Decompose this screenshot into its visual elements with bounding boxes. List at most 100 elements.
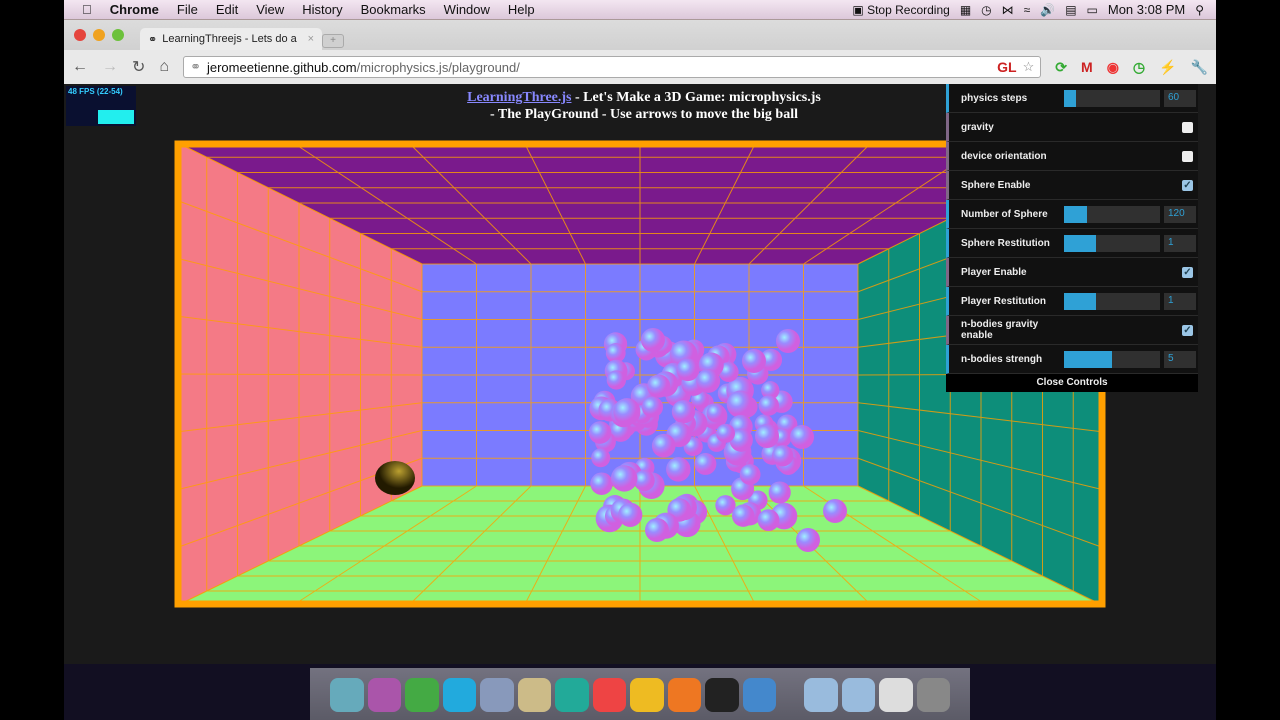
slider-fill bbox=[1064, 205, 1088, 223]
sphere bbox=[772, 445, 794, 467]
page-title: LearningThree.js - Let's Make a 3D Game:… bbox=[364, 89, 924, 123]
fps-graph bbox=[98, 110, 134, 124]
timer-extension-icon[interactable]: ◷ bbox=[1133, 59, 1145, 76]
control-row: Sphere Restitution 1 bbox=[946, 229, 1198, 258]
control-checkbox[interactable] bbox=[1182, 150, 1193, 162]
menu-bookmarks[interactable]: Bookmarks bbox=[361, 2, 426, 17]
back-icon[interactable]: ← bbox=[72, 58, 88, 76]
control-label: n-bodies gravity enable bbox=[961, 319, 1039, 341]
gl-extension-label[interactable]: GL bbox=[997, 59, 1016, 75]
sphere bbox=[641, 396, 664, 418]
input-menu-icon[interactable]: ▤ bbox=[1065, 3, 1076, 17]
minimize-window-button[interactable] bbox=[93, 29, 105, 41]
adblock-icon[interactable]: ◉ bbox=[1107, 59, 1119, 76]
control-slider[interactable] bbox=[1064, 350, 1160, 368]
fps-stats[interactable]: 48 FPS (22-54) bbox=[66, 86, 136, 126]
new-tab-button[interactable]: + bbox=[322, 34, 344, 48]
tor-icon[interactable] bbox=[367, 678, 401, 712]
zoom-window-button[interactable] bbox=[112, 29, 124, 41]
close-window-button[interactable] bbox=[74, 29, 86, 41]
spaces-icon[interactable]: ▦ bbox=[960, 3, 971, 17]
title-text: - Let's Make a 3D Game: microphysics.js bbox=[571, 90, 821, 105]
chrome-canary-icon[interactable] bbox=[630, 678, 664, 712]
slider-fill bbox=[1064, 89, 1076, 107]
forward-icon[interactable]: → bbox=[102, 58, 118, 76]
bluetooth-icon[interactable]: ⋈ bbox=[1002, 3, 1014, 17]
quicktime-icon[interactable] bbox=[742, 678, 776, 712]
control-label: n-bodies strengh bbox=[961, 353, 1043, 365]
tab-close-icon[interactable]: × bbox=[308, 33, 314, 45]
safari-icon[interactable] bbox=[517, 678, 551, 712]
browser-tab[interactable]: ⚭ LearningThreejs - Lets do a × bbox=[140, 28, 322, 50]
documents-folder-icon[interactable] bbox=[841, 678, 875, 712]
sphere bbox=[757, 509, 780, 532]
control-checkbox[interactable]: ✓ bbox=[1182, 179, 1193, 191]
control-label: Number of Sphere bbox=[961, 208, 1048, 220]
menu-window[interactable]: Window bbox=[444, 2, 490, 17]
reload-icon[interactable]: ↻ bbox=[132, 57, 145, 77]
menu-view[interactable]: View bbox=[256, 2, 284, 17]
sync-extension-icon[interactable]: ⟳ bbox=[1055, 59, 1067, 76]
control-row: gravity bbox=[946, 113, 1198, 142]
control-slider[interactable] bbox=[1064, 292, 1160, 310]
lightning-icon[interactable]: ⚡ bbox=[1159, 59, 1176, 76]
sphere bbox=[790, 425, 814, 449]
menu-file[interactable]: File bbox=[177, 2, 198, 17]
address-bar[interactable]: ⚭ jeromeetienne.github.com/microphysics.… bbox=[183, 56, 1042, 78]
right-letterbox bbox=[1216, 0, 1280, 720]
trash-icon[interactable] bbox=[916, 678, 950, 712]
menu-edit[interactable]: Edit bbox=[216, 2, 238, 17]
home-icon[interactable]: ⌂ bbox=[159, 58, 169, 76]
menu-app[interactable]: Chrome bbox=[110, 2, 159, 17]
subtitle: - The PlayGround - Use arrows to move th… bbox=[489, 107, 798, 122]
control-value-input[interactable]: 1 bbox=[1164, 292, 1196, 310]
learningthreejs-link[interactable]: LearningThree.js bbox=[467, 90, 571, 105]
battery-icon[interactable]: ▭ bbox=[1087, 3, 1098, 17]
control-row: device orientation bbox=[946, 142, 1198, 171]
wrench-icon[interactable]: 🔧 bbox=[1191, 59, 1208, 76]
stop-recording-button[interactable]: ▣ Stop Recording bbox=[852, 3, 949, 17]
adium-icon[interactable] bbox=[405, 678, 439, 712]
slider-fill bbox=[1064, 350, 1112, 368]
close-controls-button[interactable]: Close Controls bbox=[946, 374, 1198, 392]
sphere bbox=[823, 499, 847, 523]
control-checkbox[interactable]: ✓ bbox=[1182, 324, 1193, 336]
finder-icon[interactable] bbox=[330, 678, 364, 712]
player-ball[interactable] bbox=[375, 461, 415, 495]
control-checkbox[interactable] bbox=[1182, 121, 1193, 133]
control-row: Player Restitution 1 bbox=[946, 287, 1198, 316]
menu-help[interactable]: Help bbox=[508, 2, 535, 17]
control-slider[interactable] bbox=[1064, 234, 1160, 252]
control-value-input[interactable]: 5 bbox=[1164, 350, 1196, 368]
chrome-icon[interactable] bbox=[592, 678, 626, 712]
menu-history[interactable]: History bbox=[302, 2, 342, 17]
sphere bbox=[796, 528, 820, 552]
control-value-input[interactable]: 1 bbox=[1164, 234, 1196, 252]
camino-icon[interactable] bbox=[555, 678, 589, 712]
control-row: Player Enable ✓ bbox=[946, 258, 1198, 287]
apple-icon[interactable]:  bbox=[82, 2, 92, 17]
wifi-icon[interactable]: ≈ bbox=[1024, 3, 1031, 17]
terminal-icon[interactable] bbox=[705, 678, 739, 712]
sphere bbox=[588, 421, 612, 444]
spotlight-icon[interactable]: ⚲ bbox=[1195, 3, 1204, 17]
bookmark-star-icon[interactable]: ☆ bbox=[1023, 59, 1035, 75]
time-machine-icon[interactable]: ◷ bbox=[981, 3, 991, 17]
control-label: Player Restitution bbox=[961, 295, 1047, 307]
control-slider[interactable] bbox=[1064, 89, 1160, 107]
webgl-page: 48 FPS (22-54) LearningThree.js - Let's … bbox=[64, 84, 1216, 664]
slider-fill bbox=[1064, 234, 1096, 252]
control-value-input[interactable]: 60 bbox=[1164, 89, 1196, 107]
firefox-icon[interactable] bbox=[667, 678, 701, 712]
gmail-icon[interactable]: M bbox=[1081, 59, 1093, 75]
control-slider[interactable] bbox=[1064, 205, 1160, 223]
preview-icon[interactable] bbox=[879, 678, 913, 712]
control-checkbox[interactable]: ✓ bbox=[1182, 266, 1193, 278]
control-value-input[interactable]: 120 bbox=[1164, 205, 1196, 223]
control-row: n-bodies gravity enable ✓ bbox=[946, 316, 1198, 345]
safari-icon[interactable] bbox=[480, 678, 514, 712]
applications-folder-icon[interactable] bbox=[804, 678, 838, 712]
volume-icon[interactable]: 🔊 bbox=[1040, 3, 1055, 17]
clock[interactable]: Mon 3:08 PM bbox=[1108, 2, 1185, 17]
skype-icon[interactable] bbox=[442, 678, 476, 712]
